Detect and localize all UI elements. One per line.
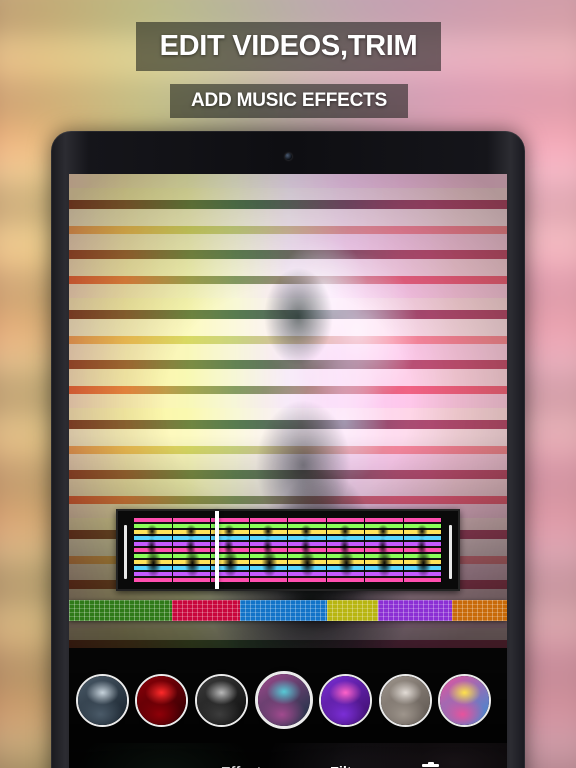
bottom-tab-bar: Effects Filters [69,743,507,768]
segment-orange[interactable] [452,600,507,621]
filmstrip-frame [326,518,365,582]
filter-thumb-preview [321,675,371,725]
filter-thumb-preview [380,675,430,725]
filter-thumb-preview [77,675,127,725]
filmstrip-frame [172,518,211,582]
filmstrip-frames[interactable] [134,518,442,582]
filter-thumb-3[interactable] [194,673,248,727]
filmstrip-frame [134,518,173,582]
filter-thumb-1[interactable] [75,673,129,727]
filter-thumb-7[interactable] [438,673,492,727]
segment-purple[interactable] [377,600,453,621]
filter-thumb-preview [440,675,490,725]
trim-handle-left-icon[interactable] [124,525,127,579]
filter-thumbnail-row[interactable] [69,664,507,736]
camera-dot-icon [284,153,292,160]
tablet-screen: Effects Filters [69,174,507,768]
filmstrip-frame [403,518,442,582]
promo-headline: EDIT VIDEOS,TRIM [136,22,441,71]
filter-thumb-2[interactable] [135,673,189,727]
frame-silhouette [180,523,203,582]
timeline-filmstrip[interactable] [116,509,460,591]
segment-olive[interactable] [327,600,378,621]
filmstrip-frame [365,518,404,582]
tablet-device-frame: Effects Filters [51,131,525,768]
playhead-icon[interactable] [215,511,219,589]
segment-blue[interactable] [239,600,328,621]
trash-lid [422,764,439,767]
filter-thumb-preview [257,674,310,726]
filter-thumb-6[interactable] [378,673,432,727]
filter-thumb-5[interactable] [319,673,373,727]
segment-crimson[interactable] [171,600,240,621]
frame-silhouette [142,523,164,582]
filter-thumb-4[interactable] [254,671,313,729]
trash-icon[interactable] [421,762,440,768]
filmstrip-frame [288,518,327,582]
tabbar-smoke-texture [69,743,507,768]
filmstrip-frame [249,518,288,582]
trim-handle-right-icon[interactable] [449,525,452,579]
filter-thumb-preview [137,675,187,725]
segment-color-strip[interactable] [69,600,507,621]
frame-silhouette [373,523,395,582]
promo-subline-text: ADD MUSIC EFFECTS [190,90,388,111]
promo-headline-text: EDIT VIDEOS,TRIM [159,30,418,62]
frame-silhouette [296,523,318,582]
frame-silhouette [257,523,280,582]
filter-thumb-preview [196,675,246,725]
frame-silhouette [334,523,357,582]
promo-subline: ADD MUSIC EFFECTS [170,84,408,118]
frame-silhouette [411,523,434,582]
frame-silhouette [219,523,241,582]
segment-green[interactable] [69,600,172,621]
